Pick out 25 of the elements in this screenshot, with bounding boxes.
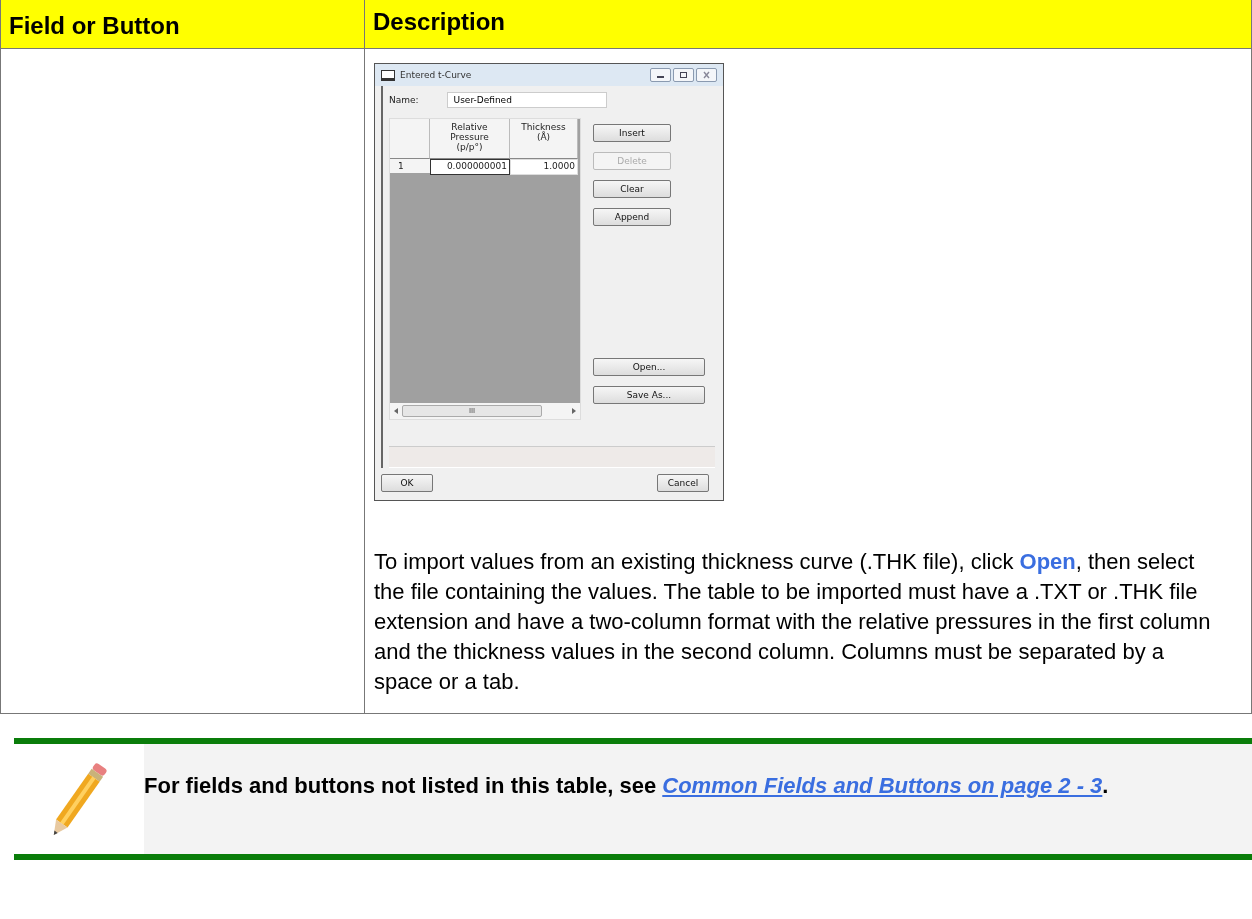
- dialog-button[interactable]: Append: [593, 208, 671, 226]
- maximize-icon[interactable]: [673, 68, 694, 82]
- column-header: Thickness (Å): [510, 119, 578, 159]
- left-arrow-icon[interactable]: [394, 408, 398, 414]
- column-header: Relative Pressure (p/p°): [430, 119, 510, 159]
- row-number: 1: [390, 159, 430, 173]
- right-arrow-icon[interactable]: [572, 408, 576, 414]
- dialog-button[interactable]: Save As...: [593, 386, 705, 404]
- grid-cell[interactable]: 0.000000001: [430, 159, 510, 175]
- dialog-button[interactable]: Clear: [593, 180, 671, 198]
- window-title: Entered t-Curve: [400, 70, 473, 80]
- dialog-button[interactable]: Insert: [593, 124, 671, 142]
- ok-button[interactable]: OK: [381, 474, 433, 492]
- note-text: For fields and buttons not listed in this table, see Common Fields and Buttons on page 2 - 3.: [144, 773, 1109, 798]
- column-header: Field or Button: [1, 0, 364, 49]
- column-header: Description: [364, 0, 1251, 49]
- link[interactable]: Common Fields and Buttons on page 2 - 3: [662, 773, 1103, 798]
- name-field[interactable]: User-Defined: [446, 92, 607, 108]
- dialog-button[interactable]: Open...: [593, 358, 705, 376]
- description-text: To import values from an existing thickness curve (.THK file), click Open, then select the file containing the values. The table to be imported must have a .TXT or .THK file extension and have a two-column format with the relative pressures in the first column and the thickness values in the second column. Columns must be separated by a space or a tab.: [374, 548, 1212, 696]
- cancel-button[interactable]: Cancel: [657, 474, 709, 492]
- window-icon: [381, 69, 395, 81]
- minimize-icon[interactable]: [650, 68, 671, 82]
- field-label: Name:: [389, 95, 419, 105]
- grid-cell[interactable]: 1.0000: [510, 159, 578, 175]
